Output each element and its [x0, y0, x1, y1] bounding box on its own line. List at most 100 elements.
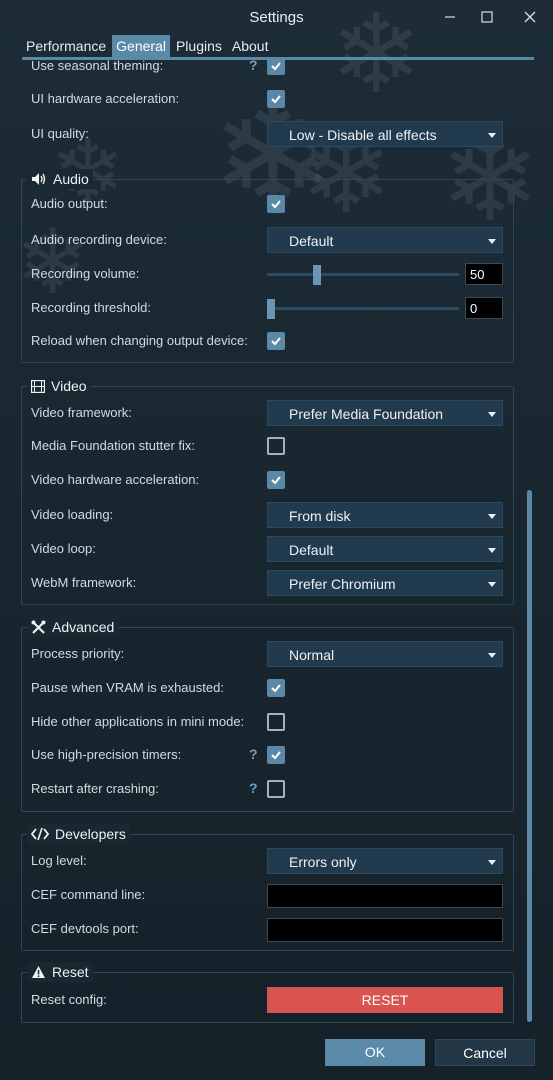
- window-title: Settings: [249, 9, 304, 26]
- hp-timers-row: Use high-precision timers: ?: [31, 742, 506, 768]
- hp-timers-checkbox[interactable]: [267, 746, 285, 764]
- cef-port-input[interactable]: [267, 918, 503, 942]
- tab-plugins[interactable]: Plugins: [172, 35, 226, 59]
- advanced-group-title: Advanced: [52, 619, 115, 635]
- pause-vram-label: Pause when VRAM is exhausted:: [31, 680, 224, 695]
- webm-framework-label: WebM framework:: [31, 575, 137, 590]
- ui-hw-accel-row: UI hardware acceleration:: [31, 86, 506, 112]
- recording-threshold-thumb[interactable]: [267, 299, 275, 319]
- recording-device-select[interactable]: Default: [267, 227, 503, 253]
- recording-device-label: Audio recording device:: [31, 232, 167, 247]
- video-group-header: Video: [27, 376, 91, 396]
- recording-volume-slider[interactable]: [267, 273, 459, 276]
- ui-hw-accel-label: UI hardware acceleration:: [31, 91, 180, 106]
- hp-timers-label: Use high-precision timers:: [31, 747, 182, 762]
- recording-device-row: Audio recording device: Default: [31, 227, 506, 253]
- restart-crash-checkbox[interactable]: [267, 780, 285, 798]
- tab-performance[interactable]: Performance: [22, 35, 110, 59]
- reload-output-checkbox[interactable]: [267, 332, 285, 350]
- chevron-down-icon: [488, 133, 496, 138]
- cef-port-row: CEF devtools port:: [31, 916, 506, 942]
- recording-volume-value[interactable]: 50: [465, 263, 503, 285]
- chevron-down-icon: [488, 514, 496, 519]
- mf-stutter-checkbox[interactable]: [267, 437, 285, 455]
- process-priority-row: Process priority: Normal: [31, 641, 506, 667]
- hide-mini-row: Hide other applications in mini mode:: [31, 709, 506, 735]
- webm-framework-select[interactable]: Prefer Chromium: [267, 570, 503, 596]
- audio-output-row: Audio output:: [31, 191, 506, 217]
- video-loop-select[interactable]: Default: [267, 536, 503, 562]
- help-icon[interactable]: ?: [249, 60, 258, 73]
- cef-cmd-row: CEF command line:: [31, 882, 506, 908]
- recording-threshold-slider[interactable]: [267, 307, 459, 310]
- pause-vram-row: Pause when VRAM is exhausted:: [31, 675, 506, 701]
- ui-quality-select[interactable]: Low - Disable all effects: [267, 121, 503, 147]
- ui-hw-accel-checkbox[interactable]: [267, 90, 285, 108]
- advanced-group-header: Advanced: [27, 617, 119, 637]
- scrollbar-thumb[interactable]: [527, 490, 532, 1022]
- chevron-down-icon: [488, 582, 496, 587]
- restart-crash-row: Restart after crashing: ?: [31, 776, 506, 802]
- video-hw-accel-label: Video hardware acceleration:: [31, 472, 200, 487]
- minimize-icon[interactable]: [440, 8, 460, 26]
- title-bar[interactable]: Settings: [0, 0, 553, 34]
- log-level-label: Log level:: [31, 853, 87, 868]
- video-framework-row: Video framework: Prefer Media Foundation: [31, 400, 506, 426]
- hide-mini-label: Hide other applications in mini mode:: [31, 714, 245, 729]
- cef-cmd-input[interactable]: [267, 884, 503, 908]
- seasonal-theming-checkbox[interactable]: [267, 60, 285, 75]
- audio-output-checkbox[interactable]: [267, 195, 285, 213]
- tools-icon: [31, 620, 46, 634]
- process-priority-select[interactable]: Normal: [267, 641, 503, 667]
- ok-button[interactable]: OK: [325, 1039, 425, 1066]
- video-loop-label: Video loop:: [31, 541, 96, 556]
- help-icon[interactable]: ?: [249, 746, 258, 762]
- cef-port-label: CEF devtools port:: [31, 921, 139, 936]
- video-loading-row: Video loading: From disk: [31, 502, 506, 528]
- audio-group-title: Audio: [53, 171, 89, 187]
- video-loading-select[interactable]: From disk: [267, 502, 503, 528]
- audio-group-header: Audio: [27, 169, 93, 189]
- recording-volume-thumb[interactable]: [313, 265, 321, 285]
- recording-threshold-row: Recording threshold: 0: [31, 295, 506, 321]
- cancel-button[interactable]: Cancel: [435, 1039, 535, 1066]
- tab-general[interactable]: General: [112, 35, 170, 59]
- mf-stutter-row: Media Foundation stutter fix:: [31, 433, 506, 459]
- close-icon[interactable]: [520, 8, 540, 26]
- reset-config-row: Reset config: RESET: [31, 987, 506, 1013]
- video-hw-accel-row: Video hardware acceleration:: [31, 467, 506, 493]
- video-framework-select[interactable]: Prefer Media Foundation: [267, 400, 503, 426]
- help-icon[interactable]: ?: [249, 780, 258, 796]
- reset-button[interactable]: RESET: [267, 987, 503, 1013]
- cef-cmd-label: CEF command line:: [31, 887, 146, 902]
- chevron-down-icon: [488, 412, 496, 417]
- tab-about[interactable]: About: [228, 35, 273, 59]
- chevron-down-icon: [488, 548, 496, 553]
- recording-threshold-value[interactable]: 0: [465, 297, 503, 319]
- code-icon: [31, 827, 49, 841]
- log-level-select[interactable]: Errors only: [267, 848, 503, 874]
- reset-config-label: Reset config:: [31, 992, 107, 1007]
- reset-group-title: Reset: [52, 964, 89, 980]
- settings-scroll-area[interactable]: Use seasonal theming: ? UI hardware acce…: [0, 60, 553, 1025]
- ui-quality-row: UI quality: Low - Disable all effects: [31, 121, 506, 147]
- hide-mini-checkbox[interactable]: [267, 713, 285, 731]
- warning-icon: [32, 966, 45, 978]
- film-icon: [31, 379, 45, 393]
- reload-output-row: Reload when changing output device:: [31, 328, 506, 354]
- restart-crash-label: Restart after crashing:: [31, 781, 159, 796]
- seasonal-theming-row: Use seasonal theming: ?: [31, 60, 506, 79]
- chevron-down-icon: [488, 860, 496, 865]
- video-group-title: Video: [51, 378, 87, 394]
- maximize-icon[interactable]: [477, 8, 497, 26]
- recording-volume-row: Recording volume: 50: [31, 261, 506, 287]
- reset-group-header: Reset: [27, 962, 93, 982]
- ui-quality-label: UI quality:: [31, 126, 89, 141]
- pause-vram-checkbox[interactable]: [267, 679, 285, 697]
- chevron-down-icon: [488, 239, 496, 244]
- developers-group-header: Developers: [27, 824, 130, 844]
- video-framework-label: Video framework:: [31, 405, 132, 420]
- video-hw-accel-checkbox[interactable]: [267, 471, 285, 489]
- speaker-icon: [32, 173, 46, 185]
- recording-threshold-label: Recording threshold:: [31, 300, 151, 315]
